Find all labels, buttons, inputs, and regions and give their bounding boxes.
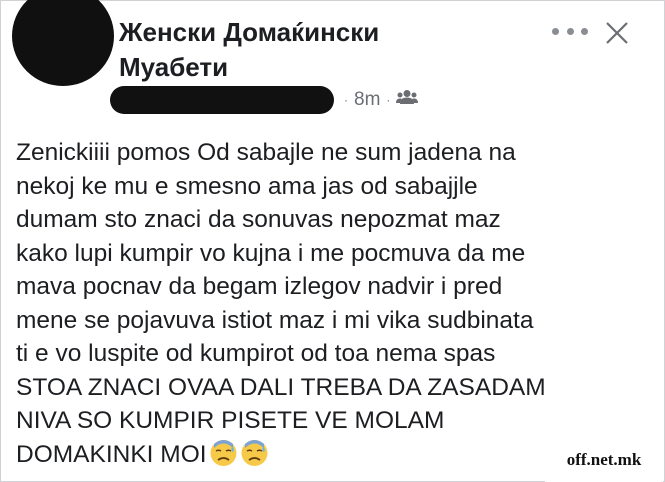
post-line: mene se pojavuva istiot maz i mi vika su… [16,306,534,334]
group-name-line2: Муабети [119,52,229,82]
more-dot [581,27,588,35]
post-line: ti e vo luspite od kumpirot od toa nema … [16,340,496,367]
redacted-author-name [110,86,334,114]
post-line: dumam sto znaci da sonuvas nepozmat maz [16,206,501,233]
more-dot [566,27,574,35]
meta-separator-2: · [386,93,391,107]
sweat-face-emoji [240,438,269,467]
sweat-face-emoji [209,438,238,467]
close-icon[interactable] [604,20,630,46]
watermark: off.net.mk [545,438,663,482]
group-name[interactable]: Женски Домаќински Муабети [119,15,479,85]
post-meta: · 8m · [338,88,419,112]
group-audience-icon [396,89,419,111]
post-line: nekoj ke mu e smesno ama jas od sabajjle [16,172,478,200]
meta-separator: · [344,93,348,107]
more-dot [552,27,559,35]
post-line: Zenickiiii pomos Od sabajle ne sum jaden… [16,139,516,166]
post-line: STOA ZNACI OVAA DALI TREBA DA ZASADAM [16,373,546,401]
post-line: mava pocnav da begam izlegov nadvir i pr… [16,273,503,300]
post-timestamp[interactable]: 8m [354,89,380,111]
post-line: NIVA SO KUMPIR PISETE VE MOLAM [16,407,445,434]
group-name-line1: Женски Домаќински [119,17,380,47]
post-text: Zenickiiii pomos Od sabajle ne sum jaden… [16,136,656,471]
post-line-text: DOMAKINKI MOI [16,440,207,468]
more-options-icon[interactable] [552,20,588,42]
post-line: kako lupi kumpir vo kujna i me pocmuva d… [16,239,526,267]
